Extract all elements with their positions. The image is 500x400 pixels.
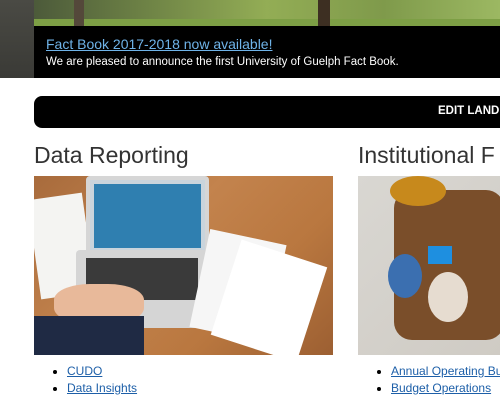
institutional-links: Annual Operating Bu Budget Operations (358, 363, 500, 397)
hero-side-image (0, 0, 34, 78)
announcement-message: We are pleased to announce the first Uni… (46, 56, 399, 68)
institutional-heading: Institutional F (358, 142, 495, 168)
annual-operating-budget-link[interactable]: Annual Operating Bu (391, 364, 500, 378)
hero-banner: Fact Book 2017-2018 now available! We ar… (0, 0, 500, 78)
budget-operations-link[interactable]: Budget Operations (391, 381, 491, 395)
list-item: Data Insights (67, 380, 137, 397)
data-reporting-links: CUDO Data Insights (34, 363, 137, 397)
hero-campus-image (34, 0, 500, 26)
edit-landing-button[interactable]: EDIT LANDI (34, 96, 500, 128)
list-item: Budget Operations (391, 380, 500, 397)
data-insights-link[interactable]: Data Insights (67, 381, 137, 395)
announcement-panel: Fact Book 2017-2018 now available! We ar… (34, 26, 500, 78)
institutional-image (358, 176, 500, 355)
list-item: CUDO (67, 363, 137, 380)
data-reporting-image (34, 176, 333, 355)
data-reporting-heading: Data Reporting (34, 142, 189, 168)
cudo-link[interactable]: CUDO (67, 364, 102, 378)
edit-landing-label: EDIT LANDI (438, 105, 500, 117)
list-item: Annual Operating Bu (391, 363, 500, 380)
fact-book-link[interactable]: Fact Book 2017-2018 now available! (46, 36, 272, 52)
